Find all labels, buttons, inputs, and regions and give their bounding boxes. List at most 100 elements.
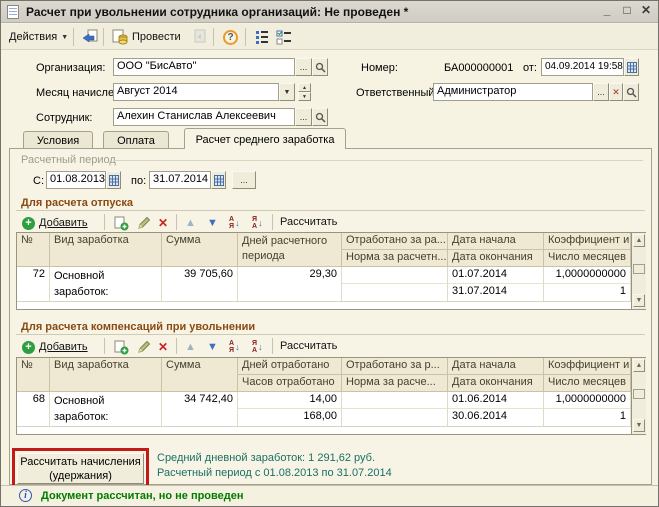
- close-button[interactable]: ✕: [637, 3, 655, 20]
- col-header-months[interactable]: Число месяцев: [544, 250, 631, 267]
- post-button[interactable]: Провести: [109, 27, 184, 47]
- delete-row-button[interactable]: ✕: [155, 337, 171, 357]
- add-row-button[interactable]: + Добавить: [19, 213, 91, 233]
- cell-date-start[interactable]: 01.07.2014: [448, 267, 544, 284]
- month-spin-up-button[interactable]: ▲: [298, 83, 311, 92]
- scroll-up-icon[interactable]: ▲: [633, 234, 645, 247]
- cell-num[interactable]: 68: [17, 392, 50, 426]
- cell-kind[interactable]: Основной заработок: индексируемый: [50, 392, 162, 426]
- scrollbar-thumb[interactable]: [633, 264, 645, 274]
- cell-date-start[interactable]: 01.06.2014: [448, 392, 544, 409]
- responsible-select-button[interactable]: ...: [593, 83, 609, 101]
- delete-row-button[interactable]: ✕: [155, 213, 171, 233]
- calculate-button[interactable]: Рассчитать: [280, 216, 337, 228]
- employee-select-button[interactable]: ...: [295, 108, 312, 126]
- cell-worked[interactable]: [342, 267, 448, 284]
- cell-hours-worked[interactable]: 168,00: [238, 409, 342, 426]
- col-header-date-start[interactable]: Дата начала: [448, 358, 544, 375]
- copy-row-button[interactable]: [110, 337, 132, 357]
- tab-payment[interactable]: Оплата: [103, 131, 169, 149]
- sort-asc-button[interactable]: АЯ↓: [226, 213, 243, 233]
- col-header-num[interactable]: №: [17, 358, 50, 392]
- col-header-coef[interactable]: Коэффициент и...: [544, 233, 631, 250]
- col-header-date-end[interactable]: Дата окончания: [448, 375, 544, 392]
- month-spin-down-button[interactable]: ▼: [298, 92, 311, 101]
- cell-kind[interactable]: Основной заработок: индексируемый: [50, 267, 162, 301]
- vacation-table-scrollbar[interactable]: ▲ ▼: [631, 233, 646, 309]
- col-header-kind[interactable]: Вид заработка: [50, 233, 162, 267]
- responsible-input[interactable]: Администратор: [433, 83, 593, 101]
- cell-coef[interactable]: 1,0000000000: [544, 392, 631, 409]
- cell-worked[interactable]: [342, 392, 448, 409]
- date-input[interactable]: 04.09.2014 19:58:18: [541, 58, 624, 76]
- cell-date-end[interactable]: 30.06.2014: [448, 409, 544, 426]
- scroll-down-icon[interactable]: ▼: [633, 419, 645, 432]
- period-from-input[interactable]: 01.08.2013: [46, 171, 106, 189]
- col-header-days[interactable]: Дней расчетного периода: [238, 233, 342, 267]
- cell-months[interactable]: 1: [544, 409, 631, 426]
- responsible-clear-button[interactable]: ✕: [609, 83, 623, 101]
- move-up-button[interactable]: ▲: [182, 337, 199, 357]
- compensation-table-scrollbar[interactable]: ▲ ▼: [631, 358, 646, 434]
- col-header-worked[interactable]: Отработано за ра...: [342, 233, 448, 250]
- move-up-button[interactable]: ▲: [182, 213, 199, 233]
- cell-days[interactable]: 29,30: [238, 267, 342, 301]
- period-from-calendar-button[interactable]: [106, 171, 121, 189]
- structure-settings-button[interactable]: [273, 27, 295, 47]
- scroll-up-icon[interactable]: ▲: [633, 359, 645, 372]
- minimize-button[interactable]: _: [598, 3, 616, 20]
- calculate-accruals-button[interactable]: Рассчитать начисления (удержания): [17, 453, 144, 484]
- tab-conditions[interactable]: Условия: [23, 131, 93, 149]
- add-row-button[interactable]: + Добавить: [19, 337, 91, 357]
- edit-row-button[interactable]: [133, 337, 155, 357]
- cell-norm[interactable]: [342, 284, 448, 301]
- col-header-kind[interactable]: Вид заработка: [50, 358, 162, 392]
- compensation-table[interactable]: № Вид заработка Сумма Дней отработано Ча…: [16, 357, 646, 435]
- col-header-sum[interactable]: Сумма: [162, 358, 238, 392]
- date-calendar-button[interactable]: [624, 58, 639, 76]
- col-header-hours-worked[interactable]: Часов отработано: [238, 375, 342, 392]
- sort-desc-button[interactable]: ЯА↓: [249, 213, 266, 233]
- org-input[interactable]: ООО "БисАвто": [113, 58, 295, 76]
- period-more-button[interactable]: ...: [232, 171, 256, 189]
- move-down-button[interactable]: ▼: [204, 213, 221, 233]
- actions-menu-button[interactable]: Действия ▼: [6, 27, 71, 47]
- cell-num[interactable]: 72: [17, 267, 50, 301]
- month-dropdown-button[interactable]: ▼: [279, 83, 295, 101]
- col-header-days-worked[interactable]: Дней отработано: [238, 358, 342, 375]
- help-button[interactable]: ?: [220, 27, 241, 47]
- employee-input[interactable]: Алехин Станислав Алексеевич: [113, 108, 295, 126]
- period-to-input[interactable]: 31.07.2014: [149, 171, 211, 189]
- post-no-movements-button[interactable]: [189, 27, 211, 47]
- save-button[interactable]: [79, 27, 101, 47]
- sort-desc-button[interactable]: ЯА↓: [249, 337, 266, 357]
- col-header-worked[interactable]: Отработано за р...: [342, 358, 448, 375]
- month-input[interactable]: Август 2014: [113, 83, 279, 101]
- period-to-calendar-button[interactable]: [211, 171, 226, 189]
- scroll-down-icon[interactable]: ▼: [633, 294, 645, 307]
- list-settings-button[interactable]: [251, 27, 273, 47]
- sort-asc-button[interactable]: АЯ↓: [226, 337, 243, 357]
- tab-average-earnings[interactable]: Расчет среднего заработка: [184, 128, 346, 149]
- col-header-date-start[interactable]: Дата начала: [448, 233, 544, 250]
- vacation-table[interactable]: № Вид заработка Сумма Дней расчетного пе…: [16, 232, 646, 310]
- scrollbar-thumb[interactable]: [633, 389, 645, 399]
- org-select-button[interactable]: ...: [295, 58, 312, 76]
- col-header-norm[interactable]: Норма за расчетн...: [342, 250, 448, 267]
- col-header-norm[interactable]: Норма за расче...: [342, 375, 448, 392]
- cell-norm[interactable]: [342, 409, 448, 426]
- copy-row-button[interactable]: [110, 213, 132, 233]
- cell-months[interactable]: 1: [544, 284, 631, 301]
- cell-sum[interactable]: 34 742,40: [162, 392, 238, 426]
- responsible-open-button[interactable]: [623, 83, 639, 101]
- col-header-num[interactable]: №: [17, 233, 50, 267]
- cell-days-worked[interactable]: 14,00: [238, 392, 342, 409]
- calculate-button[interactable]: Рассчитать: [280, 340, 337, 352]
- col-header-sum[interactable]: Сумма: [162, 233, 238, 267]
- col-header-coef[interactable]: Коэффициент и...: [544, 358, 631, 375]
- org-open-button[interactable]: [312, 58, 328, 76]
- edit-row-button[interactable]: [133, 213, 155, 233]
- move-down-button[interactable]: ▼: [204, 337, 221, 357]
- cell-sum[interactable]: 39 705,60: [162, 267, 238, 301]
- cell-date-end[interactable]: 31.07.2014: [448, 284, 544, 301]
